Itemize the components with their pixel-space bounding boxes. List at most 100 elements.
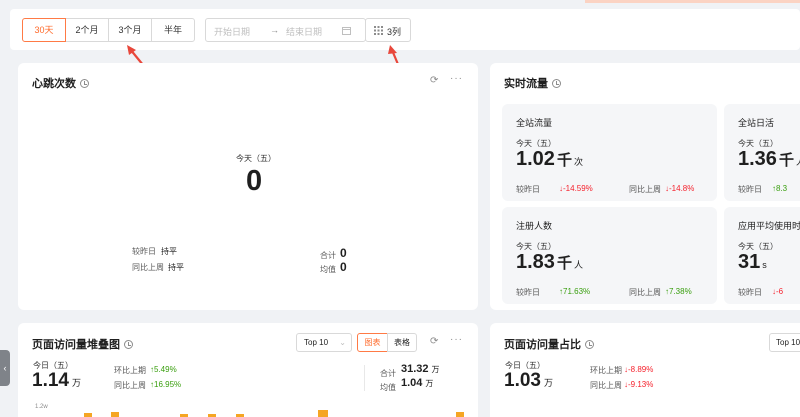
end-date-input[interactable]: 结束日期 [286,25,322,38]
tile-title: 注册人数 [516,221,553,231]
top-n-select[interactable]: Top 10 [769,333,800,352]
table-view-button[interactable]: 表格 [387,333,417,352]
tile-cmp1-label: 较昨日 [738,185,762,194]
tile-title: 应用平均使用时 [738,221,800,231]
date-range-picker[interactable]: 开始日期 → 结束日期 [205,18,366,42]
avg-label: 均值 [380,383,396,392]
vs-yesterday-label: 较昨日 [132,247,156,256]
heartbeat-value: 0 [246,165,263,197]
cmp2-label: 同比上周 [590,381,622,390]
refresh-icon[interactable]: ⟳ [430,75,438,86]
chart-bar [318,410,328,417]
cmp2-value: ↓-9.13% [624,380,654,389]
collapse-handle[interactable]: ‹ [0,350,10,386]
y-axis-tick: 1.2w [35,404,48,410]
chevron-down-icon: ⌄ [339,338,346,347]
tile-cmp1-value: ↑71.63% [559,287,591,296]
tile-cmp1-label: 较昨日 [738,288,762,297]
metric-tile-site-traffic: 全站流量 今天（五） 1.02 千次 较昨日 ↓-14.59% 同比上周 ↓-14… [502,104,717,201]
tile-cmp2-value: ↑7.38% [665,287,692,296]
refresh-icon[interactable]: ⟳ [430,336,438,347]
total-wrap: 31.32 万 [401,363,440,375]
share-value: 1.03 [504,370,541,391]
card-title: 实时流量 [504,78,548,90]
avg-label: 均值 [320,265,336,274]
tile-value: 1.36 [738,148,777,170]
clock-icon [80,79,89,88]
columns-label: 3列 [387,27,402,37]
cmp2-value: ↑16.95% [150,380,182,389]
pv-share-card: 页面访问量占比 Top 10 今日（五） 1.03 万 环比上期 ↓-8.89% … [490,323,800,417]
tile-cmp2-value: ↓-14.8% [665,184,695,193]
divider [364,365,365,391]
chevron-left-icon: ‹ [3,363,7,373]
tile-cmp1-value: ↓-14.59% [559,184,593,193]
tile-cmp1-label: 较昨日 [516,288,540,297]
clock-icon [585,340,594,349]
tile-title: 全站流量 [516,118,553,128]
pv-value: 1.14 [32,370,69,391]
clock-icon [124,340,133,349]
clock-icon [552,79,561,88]
pv-share-title-wrap: 页面访问量占比 [504,336,594,352]
period-2-months-button[interactable]: 2个月 [65,18,109,42]
card-title: 心跳次数 [32,78,76,90]
chart-view-button[interactable]: 图表 [357,333,388,352]
cmp1-label: 环比上期 [114,366,146,375]
avg-value: 1.04 [401,377,423,389]
tile-unit2: 人 [573,260,583,270]
pv-stack-card: 页面访问量堆叠图 Top 10 ⌄ 图表 表格 ⟳ ··· 今日（五） 1.14 万… [18,323,478,417]
vs-lastweek-value: 持平 [168,263,184,272]
avg-value: 0 [340,260,347,274]
tile-cmp1-value: ↑8.3 [772,184,788,193]
tile-cmp2-label: 同比上周 [629,288,661,297]
tile-unit: 千 [556,255,572,272]
chart-bar [456,412,464,417]
avg-unit: 万 [425,379,434,388]
heartbeat-title-wrap: 心跳次数 [32,75,89,91]
tile-value-wrap: 1.02 千次 [516,148,583,171]
total-value: 31.32 [401,363,429,375]
tile-unit2: 次 [573,157,583,167]
tile-value-wrap: 1.36千人 [738,148,800,171]
tile-cmp2-label: 同比上周 [629,185,661,194]
top-strip [0,0,800,8]
period-segmented-control: 30天 2个月 3个月 半年 [22,18,195,42]
pv-value-wrap: 1.14 万 [32,370,81,392]
card-title: 页面访问量占比 [504,339,581,351]
grid-icon [374,26,383,35]
top-n-value: Top 10 [304,338,329,347]
metric-tile-registrations: 注册人数 今天（五） 1.83 千人 较昨日 ↑71.63% 同比上周 ↑7.38… [502,207,717,304]
realtime-title-wrap: 实时流量 [504,75,561,91]
avg-wrap: 1.04 万 [401,377,433,389]
share-value-wrap: 1.03 万 [504,370,553,392]
tile-title: 全站日活 [738,118,775,128]
heartbeat-card: 心跳次数 ⟳ ··· 今天（五） 0 较昨日 持平 同比上周 持平 合计 0 均… [18,63,478,310]
cmp1-value: ↓-8.89% [624,365,654,374]
day-label: 今天（五） [236,154,276,163]
more-icon[interactable]: ··· [450,73,463,84]
realtime-card: 实时流量 全站流量 今天（五） 1.02 千次 较昨日 ↓-14.59% 同比上周… [490,63,800,310]
tile-unit2: 人 [796,157,800,167]
tile-unit: 千 [556,152,572,169]
calendar-icon [342,27,351,35]
metric-tile-avg-usage-time: 应用平均使用时 今天（五） 31 s 较昨日 ↓-6 [724,207,800,304]
period-30-days-button[interactable]: 30天 [22,18,66,42]
start-date-input[interactable]: 开始日期 [214,25,250,38]
tile-value: 1.02 [516,148,555,170]
top-n-select[interactable]: Top 10 ⌄ [296,333,352,352]
total-unit: 万 [431,365,440,374]
tile-value-wrap: 1.83 千人 [516,251,583,274]
tile-value: 31 [738,251,761,273]
period-3-months-button[interactable]: 3个月 [108,18,152,42]
more-icon[interactable]: ··· [450,334,463,345]
columns-button[interactable]: 3列 [365,18,411,42]
range-separator: → [270,25,279,35]
pv-stack-title-wrap: 页面访问量堆叠图 [32,336,133,352]
chart-bar [84,413,92,417]
period-half-year-button[interactable]: 半年 [151,18,195,42]
tile-unit: s [762,260,767,270]
cmp1-value: ↑5.49% [150,365,177,374]
tile-value: 1.83 [516,251,555,273]
cmp1-label: 环比上期 [590,366,622,375]
